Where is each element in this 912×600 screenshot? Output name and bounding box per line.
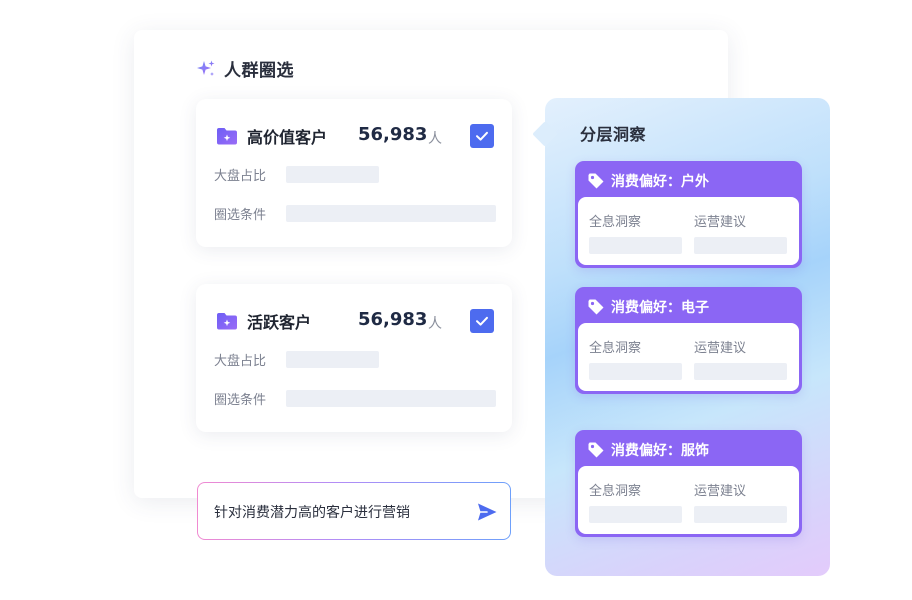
segment-checkbox[interactable]: [470, 124, 494, 148]
holistic-insight-placeholder: [589, 506, 682, 523]
criteria-label: 圈选条件: [214, 393, 267, 408]
segment-unit: 人: [428, 131, 442, 147]
insight-panel: 分层洞察 消费偏好：户外 全息洞察 运营建议 消费偏好：电子 全息洞察 运营建议: [532, 98, 830, 576]
insight-card-header: 消费偏好：电子: [587, 297, 709, 317]
segment-unit: 人: [428, 316, 442, 332]
operation-advice-label: 运营建议: [694, 215, 747, 230]
insight-card-body: 全息洞察 运营建议: [578, 197, 799, 265]
holistic-insight-placeholder: [589, 363, 682, 380]
criteria-row: 圈选条件: [214, 389, 496, 408]
segment-checkbox[interactable]: [470, 309, 494, 333]
operation-advice-placeholder: [694, 506, 787, 523]
folder-sparkle-icon: [217, 313, 237, 330]
panel-title: 人群圈选: [224, 61, 294, 81]
criteria-row: 圈选条件: [214, 204, 496, 223]
insight-card[interactable]: 消费偏好：户外 全息洞察 运营建议: [575, 161, 802, 268]
share-row: 大盘占比: [214, 165, 379, 184]
segment-card: 高价值客户 56,983 人 大盘占比 圈选条件: [196, 99, 512, 247]
share-label: 大盘占比: [214, 169, 267, 184]
insight-card[interactable]: 消费偏好：电子 全息洞察 运营建议: [575, 287, 802, 394]
share-label: 大盘占比: [214, 354, 267, 369]
panel-header: 人群圈选: [196, 56, 294, 81]
segment-name: 活跃客户: [247, 313, 312, 332]
segment-card: 活跃客户 56,983 人 大盘占比 圈选条件: [196, 284, 512, 432]
checkmark-icon: [476, 316, 488, 326]
operation-advice-label: 运营建议: [694, 341, 747, 356]
criteria-label: 圈选条件: [214, 208, 267, 223]
insight-card-header: 消费偏好：户外: [587, 171, 709, 191]
segment-header: 高价值客户 56,983 人: [216, 124, 494, 148]
criteria-value-placeholder: [286, 205, 496, 222]
segment-name: 高价值客户: [247, 128, 328, 147]
insight-card-tag: 消费偏好：服饰: [611, 443, 709, 459]
holistic-insight-label: 全息洞察: [589, 484, 642, 499]
operation-advice-placeholder: [694, 237, 787, 254]
insight-card[interactable]: 消费偏好：服饰 全息洞察 运营建议: [575, 430, 802, 537]
holistic-insight-label: 全息洞察: [589, 341, 642, 356]
segment-count: 56,983: [358, 309, 428, 330]
criteria-value-placeholder: [286, 390, 496, 407]
share-value-placeholder: [286, 166, 379, 183]
insight-title: 分层洞察: [580, 125, 647, 144]
prompt-text: 针对消费潜力高的客户进行营销: [214, 505, 410, 521]
tag-icon: [588, 173, 604, 189]
checkmark-icon: [476, 131, 488, 141]
insight-card-body: 全息洞察 运营建议: [578, 323, 799, 391]
segment-count: 56,983: [358, 124, 428, 145]
tag-icon: [588, 442, 604, 458]
share-row: 大盘占比: [214, 350, 379, 369]
holistic-insight-label: 全息洞察: [589, 215, 642, 230]
send-icon[interactable]: [476, 501, 498, 523]
share-value-placeholder: [286, 351, 379, 368]
folder-sparkle-icon: [217, 128, 237, 145]
insight-card-tag: 消费偏好：户外: [611, 174, 709, 190]
segment-header: 活跃客户 56,983 人: [216, 309, 494, 333]
insight-card-header: 消费偏好：服饰: [587, 440, 709, 460]
holistic-insight-placeholder: [589, 237, 682, 254]
operation-advice-label: 运营建议: [694, 484, 747, 499]
insight-card-tag: 消费偏好：电子: [611, 300, 709, 316]
insight-card-body: 全息洞察 运营建议: [578, 466, 799, 534]
tag-icon: [588, 299, 604, 315]
prompt-input[interactable]: 针对消费潜力高的客户进行营销: [197, 482, 511, 540]
sparkle-icon: [197, 60, 215, 76]
operation-advice-placeholder: [694, 363, 787, 380]
